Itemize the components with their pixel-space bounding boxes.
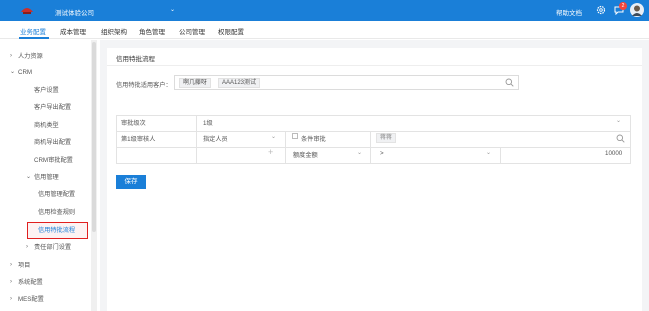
sidebar-item-opportunity-export[interactable]: 商机导出配置 <box>34 136 71 149</box>
table-divider <box>500 147 501 164</box>
secondary-nav: 业务配置 成本管理 组织架构 角色管理 公司管理 权限配置 <box>0 21 649 39</box>
table-divider <box>116 147 631 148</box>
level-label: 审批级次 <box>121 120 146 127</box>
client-tag[interactable]: 啊几藤呀 <box>179 78 212 88</box>
chevron-down-icon[interactable]: ⌄ <box>357 149 362 156</box>
sidebar-item-label: MES配置 <box>18 296 44 303</box>
sidebar-item-label: 客户导出配置 <box>34 104 72 111</box>
approver-chip[interactable]: 蒋蒋 <box>376 133 397 143</box>
tab-company-management[interactable]: 公司管理 <box>179 26 205 36</box>
table-divider <box>370 131 371 164</box>
sidebar-item-label: 项目 <box>18 262 31 269</box>
sidebar-item-credit-check-rules[interactable]: 信用检查规则 <box>38 206 75 219</box>
sidebar-item-credit-special-approval[interactable]: 信用特批流程 <box>27 222 88 239</box>
sidebar-item-customer-settings[interactable]: 客户设置 <box>34 84 59 97</box>
chevron-right-icon: › <box>26 244 28 250</box>
sidebar-scrollbar-thumb[interactable] <box>92 42 96 232</box>
operator-select[interactable]: > <box>380 150 384 157</box>
condition-label: 条件审批 <box>301 136 326 143</box>
tab-cost-management[interactable]: 成本管理 <box>60 26 86 36</box>
table-divider <box>116 131 631 132</box>
sidebar-item-label: 商机类型 <box>34 122 59 129</box>
page-title: 信用特批流程 <box>116 56 155 63</box>
avatar[interactable] <box>630 3 644 17</box>
title-divider <box>107 65 642 66</box>
chevron-down-icon: ⌄ <box>26 174 32 180</box>
sidebar-item-label: CRM审批配置 <box>34 157 73 164</box>
sidebar-item-label: CRM <box>18 69 33 76</box>
chevron-right-icon: › <box>10 262 12 268</box>
sidebar-item-crm[interactable]: ⌄ CRM <box>10 66 33 79</box>
client-select[interactable]: 啊几藤呀 AAA123测试 <box>174 75 519 90</box>
sidebar-item-responsible-dept[interactable]: › 责任部门设置 <box>26 241 72 254</box>
gear-icon[interactable] <box>596 5 606 15</box>
tab-business-config[interactable]: 业务配置 <box>20 26 46 36</box>
client-tag[interactable]: AAA123测试 <box>218 78 261 88</box>
chevron-down-icon[interactable]: ⌄ <box>486 149 491 156</box>
sidebar-item-credit-config[interactable]: 信用管理配置 <box>38 188 75 201</box>
notification-badge: 2 <box>619 2 627 10</box>
sidebar-item-credit-management[interactable]: ⌄ 信用管理 <box>26 171 59 184</box>
sidebar-item-crm-approval[interactable]: CRM审批配置 <box>34 154 73 167</box>
search-icon[interactable] <box>505 78 514 87</box>
sidebar-item-hr[interactable]: › 人力资源 <box>10 50 43 63</box>
tab-role-management[interactable]: 角色管理 <box>139 26 165 36</box>
approval-table <box>116 115 631 164</box>
active-tab-indicator <box>19 37 49 39</box>
sidebar-item-label: 人力资源 <box>18 53 43 60</box>
sidebar-item-label: 客户设置 <box>34 87 59 94</box>
company-name[interactable]: 测试体验公司 <box>55 7 94 17</box>
condition-field-select[interactable]: 额度金额 <box>293 150 318 159</box>
chevron-right-icon: › <box>10 296 12 302</box>
chevron-down-icon: ⌄ <box>10 69 16 75</box>
table-divider <box>196 115 197 164</box>
tab-org-structure[interactable]: 组织架构 <box>101 26 127 36</box>
top-bar: 测试体验公司 ⌄ 帮助文档 2 <box>0 0 649 21</box>
add-condition-icon[interactable]: + <box>268 147 273 157</box>
search-icon[interactable] <box>616 134 625 143</box>
sidebar-item-project[interactable]: › 项目 <box>10 259 31 272</box>
sidebar-item-label: 商机导出配置 <box>34 139 72 146</box>
approver-type-select[interactable]: 指定人员 <box>203 134 228 143</box>
sidebar-item-label: 信用检查规则 <box>38 209 76 216</box>
sidebar-item-mes-config[interactable]: › MES配置 <box>10 293 44 306</box>
company-logo-icon <box>21 8 33 14</box>
sidebar-item-customer-export[interactable]: 客户导出配置 <box>34 101 71 114</box>
sidebar-item-system-config[interactable]: › 系统配置 <box>10 276 43 289</box>
sidebar-item-label: 信用管理配置 <box>38 191 76 198</box>
level-select[interactable]: 1级 <box>203 118 213 127</box>
sidebar-item-label: 信用特批流程 <box>38 227 76 234</box>
table-divider <box>285 131 286 164</box>
save-button[interactable]: 保存 <box>116 175 146 189</box>
chevron-down-icon[interactable]: ⌄ <box>170 6 175 13</box>
sidebar-item-opportunity-type[interactable]: 商机类型 <box>34 119 59 132</box>
approver-label: 第1级审核人 <box>121 136 156 143</box>
sidebar-item-label: 信用管理 <box>34 174 59 181</box>
sidebar-item-label: 系统配置 <box>18 279 43 286</box>
sidebar-item-label: 责任部门设置 <box>34 244 72 251</box>
client-label: 信用特批适用客户： <box>116 82 172 89</box>
chevron-right-icon: › <box>10 279 12 285</box>
chevron-down-icon[interactable]: ⌄ <box>616 117 621 124</box>
condition-checkbox[interactable] <box>292 133 298 139</box>
amount-input[interactable]: 10000 <box>605 150 622 157</box>
tab-permission-config[interactable]: 权限配置 <box>218 26 244 36</box>
chevron-right-icon: › <box>10 53 12 59</box>
help-docs-link[interactable]: 帮助文档 <box>556 7 582 17</box>
chevron-down-icon[interactable]: ⌄ <box>271 133 276 140</box>
